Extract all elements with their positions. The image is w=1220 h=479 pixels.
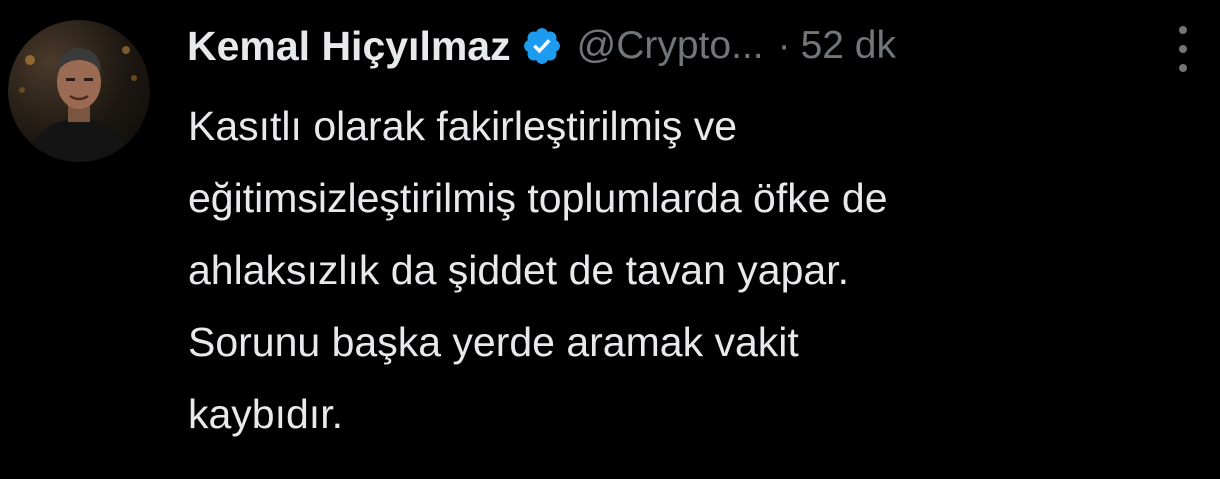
verified-badge-icon[interactable] xyxy=(521,25,563,67)
separator-dot: · xyxy=(777,24,791,67)
display-name[interactable]: Kemal Hiçyılmaz xyxy=(187,23,511,70)
tweet-text-line: kaybıdır. xyxy=(188,391,343,437)
avatar-photo xyxy=(19,46,137,162)
tweet-header: Kemal Hiçyılmaz @Crypto... · 52 dk xyxy=(187,16,1197,76)
tweet-text-line: Sorunu başka yerde aramak vakit xyxy=(188,319,799,365)
more-vertical-icon[interactable] xyxy=(1166,26,1200,72)
tweet-text-line: Kasıtlı olarak fakirleştirilmiş ve xyxy=(188,103,738,149)
avatar[interactable] xyxy=(8,20,150,162)
tweet-text: Kasıtlı olarak fakirleştirilmiş ve eğiti… xyxy=(188,90,1188,450)
tweet-text-line: ahlaksızlık da şiddet de tavan yapar. xyxy=(188,247,849,293)
handle[interactable]: @Crypto... xyxy=(577,24,764,68)
tweet[interactable]: Kemal Hiçyılmaz @Crypto... · 52 dk Kasıt… xyxy=(0,0,1220,479)
timestamp[interactable]: 52 dk xyxy=(801,24,896,68)
tweet-text-line: eğitimsizleştirilmiş toplumlarda öfke de xyxy=(188,175,888,221)
